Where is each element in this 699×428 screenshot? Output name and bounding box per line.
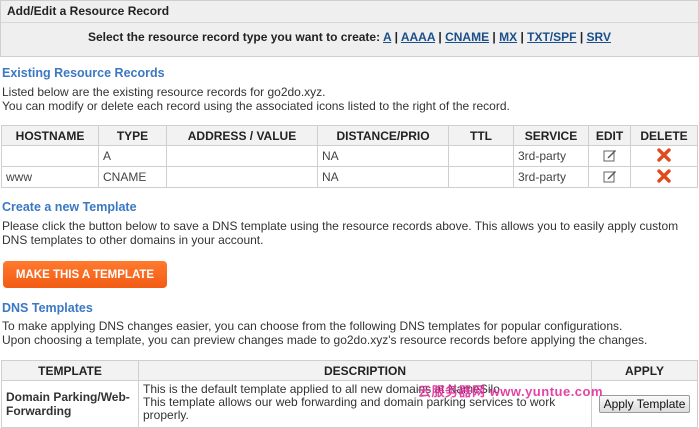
record-type-prompt: Select the resource record type you want… — [88, 30, 381, 44]
table-row: A NA 3rd-party — [1, 145, 698, 167]
template-name-line1: Domain Parking/Web- — [6, 390, 130, 404]
record-type-cname-link[interactable]: CNAME — [445, 30, 489, 44]
template-desc-line3: properly. — [143, 408, 189, 422]
panel-divider — [1, 22, 698, 23]
col-delete: DELETE — [630, 125, 698, 146]
cell-distance: NA — [317, 166, 449, 188]
col-edit: EDIT — [588, 125, 631, 146]
create-template-line1: Please click the button below to save a … — [2, 219, 679, 233]
cell-type: A — [98, 145, 167, 167]
table-header-row: HOSTNAME TYPE ADDRESS / VALUE DISTANCE/P… — [1, 125, 698, 146]
record-type-srv-link[interactable]: SRV — [587, 30, 611, 44]
record-type-aaaa-link[interactable]: AAAA — [401, 30, 435, 44]
cell-apply: Apply Template — [591, 380, 698, 428]
delete-icon[interactable] — [657, 147, 671, 165]
existing-records-line2: You can modify or delete each record usi… — [2, 99, 510, 113]
cell-delete — [630, 166, 698, 188]
cell-service: 3rd-party — [513, 145, 589, 167]
cell-address — [166, 145, 318, 167]
cell-ttl — [448, 145, 514, 167]
col-apply: APPLY — [591, 360, 698, 381]
cell-type: CNAME — [98, 166, 167, 188]
col-hostname: HOSTNAME — [1, 125, 99, 146]
col-type: TYPE — [98, 125, 167, 146]
cell-hostname — [1, 145, 99, 167]
record-type-selector: Select the resource record type you want… — [88, 30, 611, 44]
record-type-txt-spf-link[interactable]: TXT/SPF — [527, 30, 576, 44]
cell-delete — [630, 145, 698, 167]
existing-records-table: HOSTNAME TYPE ADDRESS / VALUE DISTANCE/P… — [1, 125, 698, 188]
cell-hostname: www — [1, 166, 99, 188]
col-description: DESCRIPTION — [138, 360, 592, 381]
table-header-row: TEMPLATE DESCRIPTION APPLY — [1, 360, 698, 381]
edit-icon[interactable] — [603, 148, 617, 165]
cell-edit — [588, 145, 631, 167]
add-edit-record-panel: Add/Edit a Resource Record Select the re… — [0, 0, 699, 57]
existing-records-line1: Listed below are the existing resource r… — [2, 85, 326, 99]
cell-ttl — [448, 166, 514, 188]
create-template-line2: DNS templates to other domains in your a… — [2, 233, 264, 247]
cell-distance: NA — [317, 145, 449, 167]
record-type-a-link[interactable]: A — [383, 30, 391, 44]
col-address: ADDRESS / VALUE — [166, 125, 318, 146]
cell-service: 3rd-party — [513, 166, 589, 188]
record-type-mx-link[interactable]: MX — [499, 30, 517, 44]
col-ttl: TTL — [448, 125, 514, 146]
cell-address — [166, 166, 318, 188]
edit-icon[interactable] — [603, 169, 617, 186]
dns-templates-title: DNS Templates — [2, 301, 93, 315]
create-template-title: Create a new Template — [2, 200, 137, 214]
panel-title: Add/Edit a Resource Record — [7, 4, 170, 18]
watermark: 云服务器网 www.yuntue.com — [418, 384, 604, 399]
template-name-line2: Forwarding — [6, 404, 72, 418]
make-template-button[interactable]: MAKE THIS A TEMPLATE — [3, 261, 167, 288]
delete-icon[interactable] — [657, 168, 671, 186]
cell-edit — [588, 166, 631, 188]
cell-template-name: Domain Parking/Web- Forwarding — [1, 380, 139, 428]
existing-records-title: Existing Resource Records — [2, 66, 165, 80]
col-distance: DISTANCE/PRIO — [317, 125, 449, 146]
col-template: TEMPLATE — [1, 360, 139, 381]
dns-templates-line1: To make applying DNS changes easier, you… — [2, 319, 623, 333]
table-row: www CNAME NA 3rd-party — [1, 166, 698, 188]
apply-template-button[interactable]: Apply Template — [598, 395, 691, 413]
dns-templates-line2: Upon choosing a template, you can previe… — [2, 333, 648, 347]
col-service: SERVICE — [513, 125, 589, 146]
